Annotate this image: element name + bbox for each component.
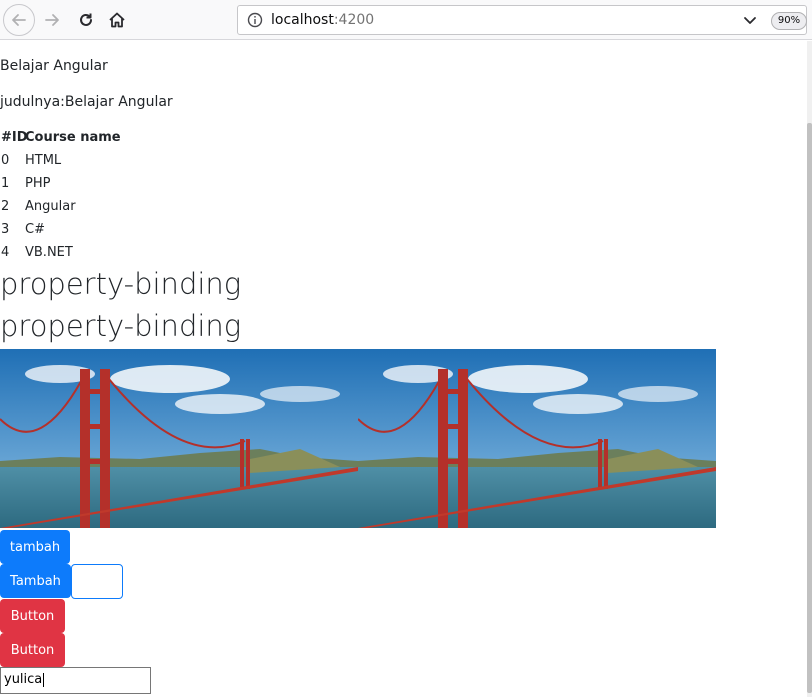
property-binding-heading: property-binding xyxy=(0,309,242,343)
cell-course-name: VB.NET xyxy=(25,245,73,260)
cell-course-name: PHP xyxy=(25,176,51,191)
arrow-left-icon xyxy=(12,14,26,26)
cell-course-name: C# xyxy=(25,222,45,237)
app-title: Belajar Angular xyxy=(0,58,108,74)
browser-toolbar: localhost:4200 90% xyxy=(0,0,812,40)
cell-id: 3 xyxy=(1,222,10,237)
cell-id: 0 xyxy=(1,153,10,168)
cell-course-name: Angular xyxy=(25,199,76,214)
name-input[interactable]: yulica xyxy=(0,667,151,694)
cell-course-name: HTML xyxy=(25,153,62,168)
home-icon xyxy=(109,12,125,28)
back-button[interactable] xyxy=(3,4,35,36)
reload-button[interactable] xyxy=(70,4,102,36)
scrollbar-thumb[interactable] xyxy=(807,123,812,693)
tambah-submit-button[interactable]: Tambah xyxy=(0,564,71,598)
property-binding-heading: property-binding xyxy=(0,267,242,301)
url-text: localhost:4200 xyxy=(271,12,374,28)
url-host: localhost xyxy=(271,12,334,28)
page-content: Belajar Angular judulnya:Belajar Angular… xyxy=(0,41,807,697)
red-button[interactable]: Button xyxy=(0,633,65,667)
text-caret xyxy=(43,672,45,687)
app-subtitle: judulnya:Belajar Angular xyxy=(0,94,173,110)
tambah-button[interactable]: tambah xyxy=(0,530,70,564)
header-id: #ID xyxy=(1,130,28,145)
reload-icon xyxy=(80,13,92,26)
home-button[interactable] xyxy=(101,4,133,36)
info-icon[interactable] xyxy=(247,12,263,28)
bridge-image xyxy=(358,349,716,528)
arrow-right-icon xyxy=(45,14,59,26)
url-port: :4200 xyxy=(333,12,375,28)
cell-id: 2 xyxy=(1,199,10,214)
chevron-down-icon[interactable] xyxy=(743,13,757,27)
red-button[interactable]: Button xyxy=(0,599,65,633)
header-course-name: Course name xyxy=(25,130,121,145)
forward-button[interactable] xyxy=(36,4,68,36)
cell-id: 1 xyxy=(1,176,10,191)
bridge-image xyxy=(0,349,358,528)
zoom-indicator[interactable]: 90% xyxy=(771,12,807,30)
name-input-value: yulica xyxy=(4,672,43,687)
scrollbar[interactable] xyxy=(807,41,812,697)
address-bar[interactable]: localhost:4200 90% xyxy=(237,5,807,35)
number-input[interactable] xyxy=(71,564,123,599)
cell-id: 4 xyxy=(1,245,10,260)
